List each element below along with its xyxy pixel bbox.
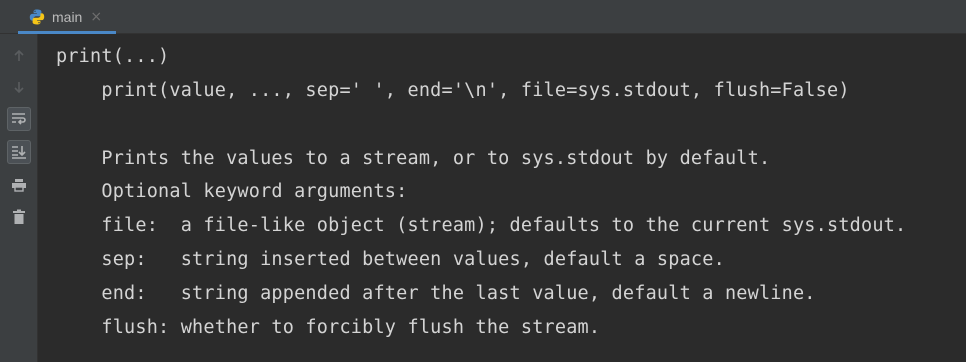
console-line: end: string appended after the last valu… xyxy=(56,283,816,304)
console-output[interactable]: print(...) print(value, ..., sep=' ', en… xyxy=(38,34,966,362)
console-line: Prints the values to a stream, or to sys… xyxy=(56,148,771,169)
console-line: flush: whether to forcibly flush the str… xyxy=(56,317,601,338)
console-line: sep: string inserted between values, def… xyxy=(56,249,725,270)
soft-wrap-icon[interactable] xyxy=(7,107,31,131)
console-line: Optional keyword arguments: xyxy=(56,181,408,202)
run-console-window: main × print(...) print(value, ..., sep=… xyxy=(0,0,966,362)
scroll-to-end-icon[interactable] xyxy=(7,140,31,164)
tab-main[interactable]: main × xyxy=(18,0,116,34)
print-icon[interactable] xyxy=(7,173,31,197)
close-icon[interactable]: × xyxy=(90,10,102,24)
console-toolbar xyxy=(0,34,38,362)
console-line: file: a file-like object (stream); defau… xyxy=(56,215,907,236)
trash-icon[interactable] xyxy=(7,205,31,229)
console-line: print(...) xyxy=(56,46,170,67)
tab-label: main xyxy=(52,9,83,25)
tab-bar: main × xyxy=(0,0,966,34)
up-arrow-icon[interactable] xyxy=(7,44,31,68)
console-line: print(value, ..., sep=' ', end='\n', fil… xyxy=(56,80,850,101)
down-arrow-icon[interactable] xyxy=(7,75,31,99)
python-icon xyxy=(28,8,46,26)
